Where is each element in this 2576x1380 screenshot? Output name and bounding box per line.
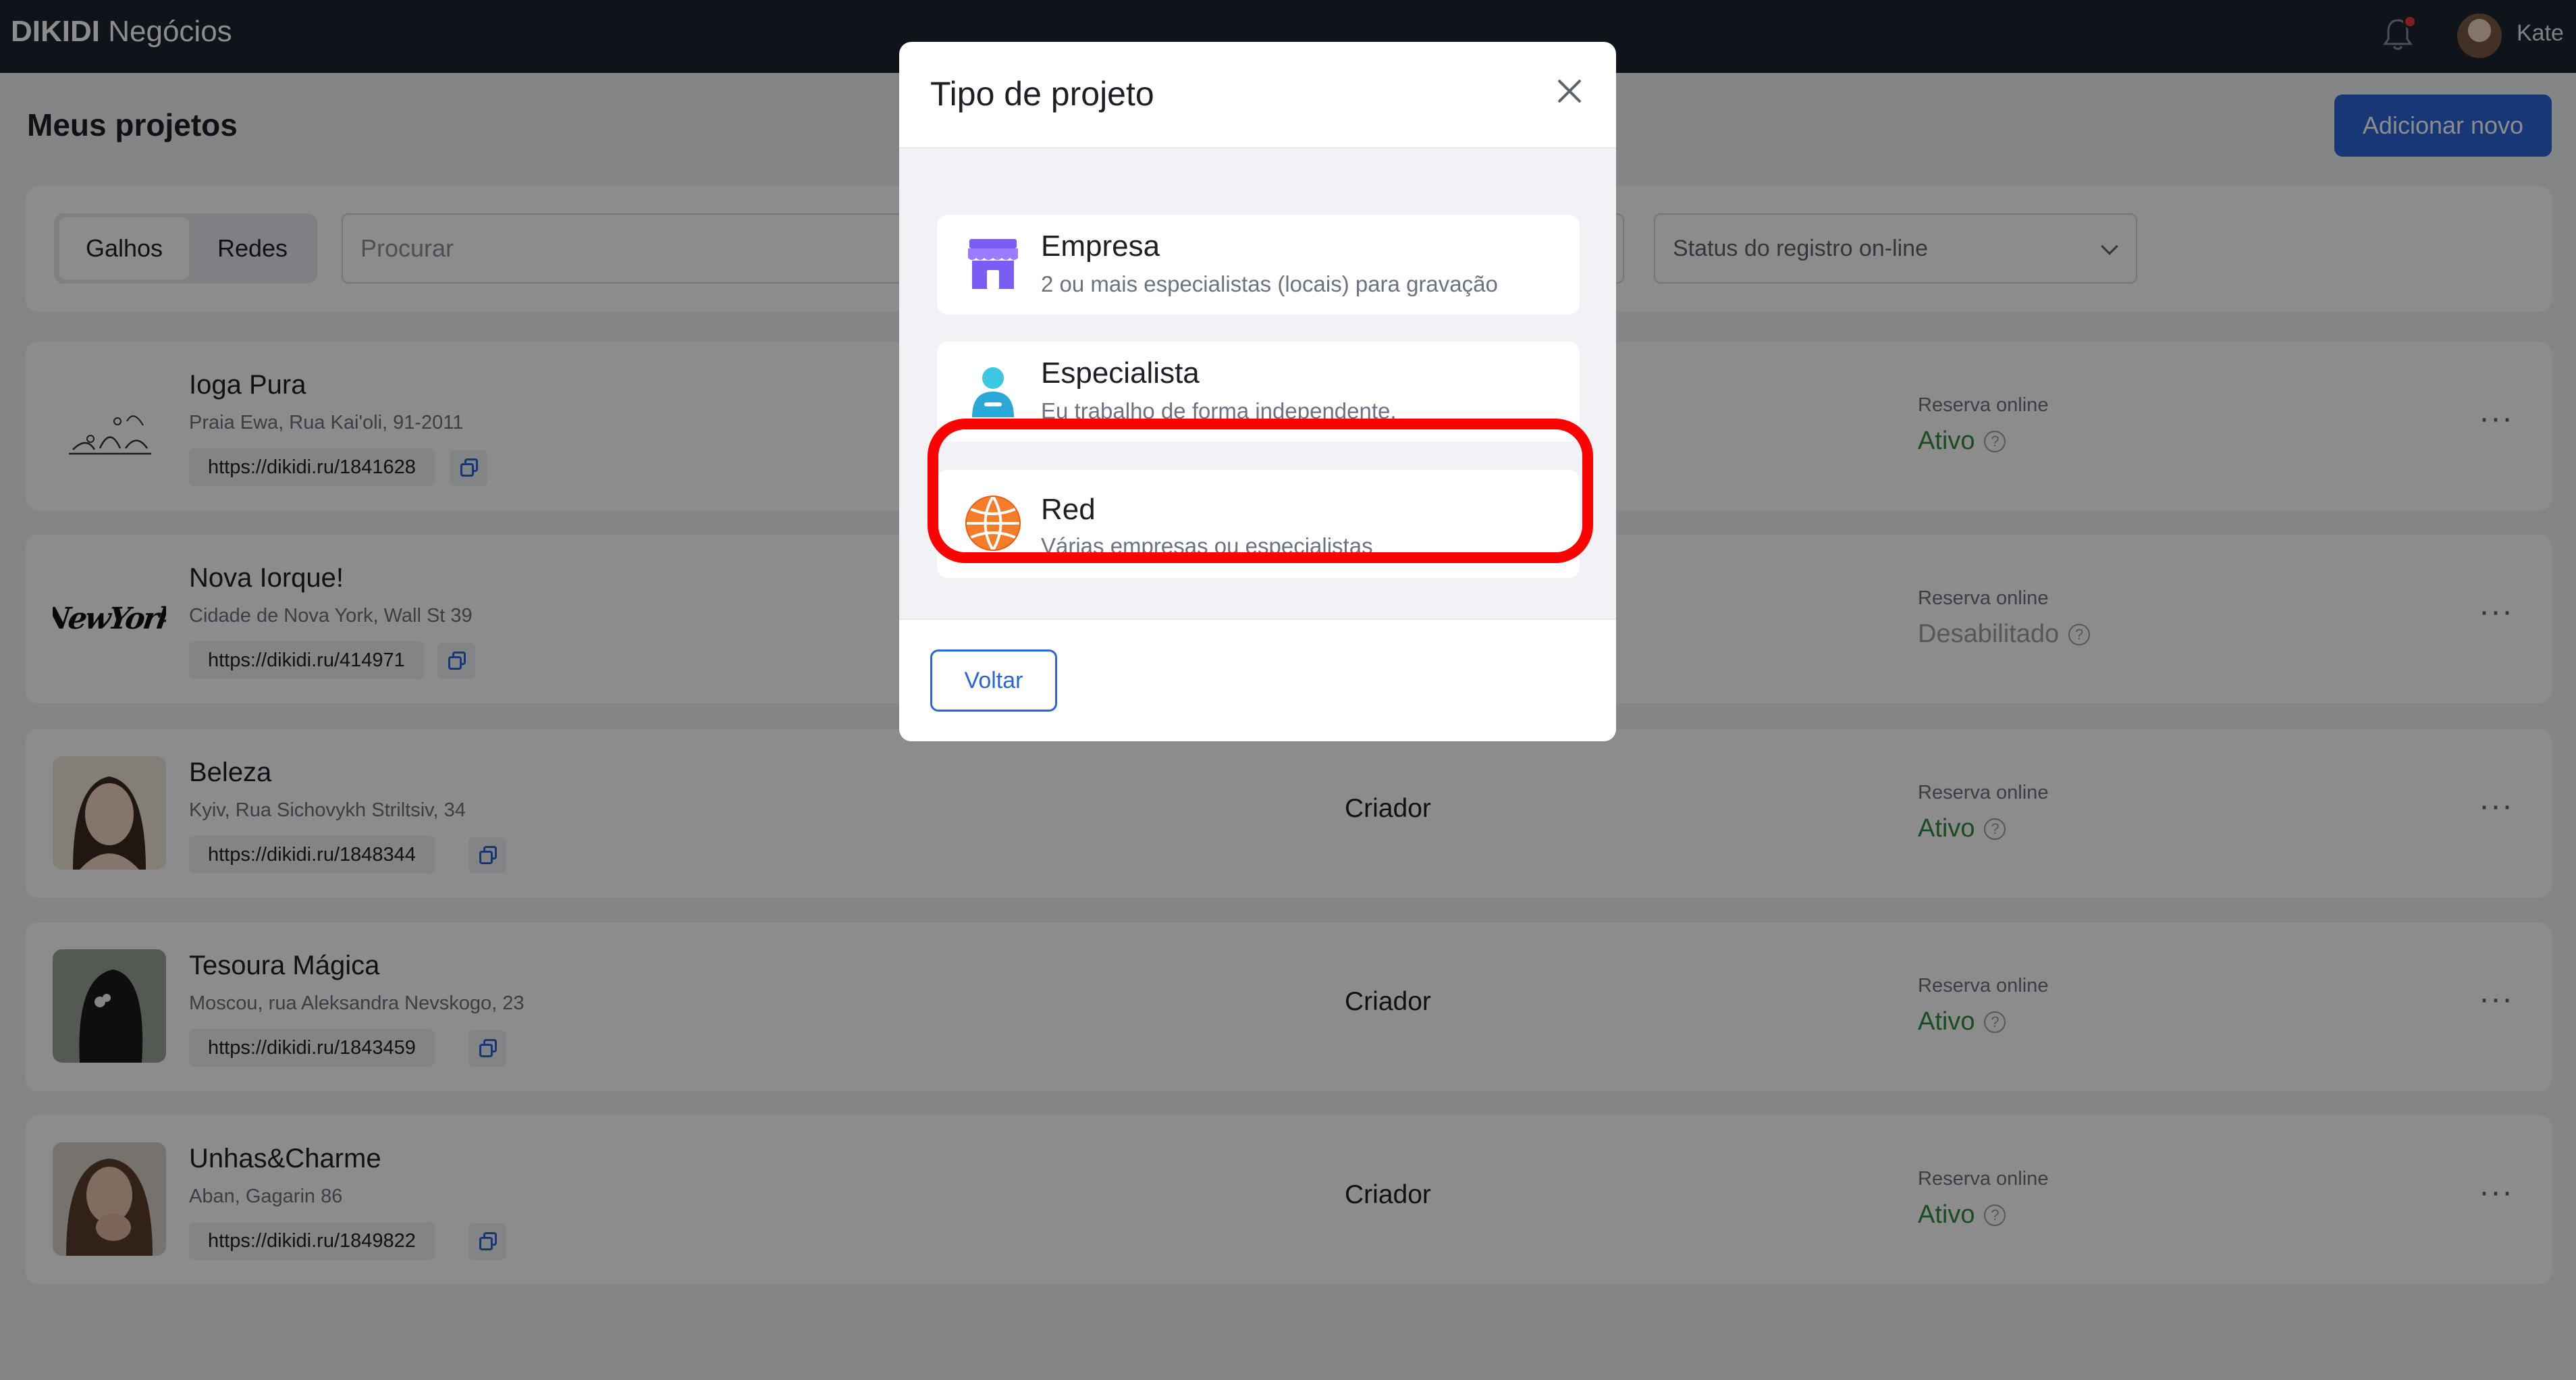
highlight-annotation: [928, 419, 1593, 563]
option-title: Empresa: [1041, 230, 1160, 263]
person-icon: [972, 367, 1014, 417]
modal-footer: Voltar: [899, 618, 1616, 741]
back-button[interactable]: Voltar: [930, 649, 1057, 712]
option-empresa[interactable]: Empresa 2 ou mais especialistas (locais)…: [937, 215, 1580, 315]
option-title: Especialista: [1041, 356, 1200, 390]
store-icon: [968, 239, 1018, 289]
modal-title: Tipo de projeto: [930, 75, 1154, 113]
option-description: 2 ou mais especialistas (locais) para gr…: [1041, 271, 1498, 296]
modal-header: Tipo de projeto: [899, 42, 1616, 149]
close-icon[interactable]: [1551, 73, 1588, 109]
project-type-modal: Tipo de projeto Empresa 2 ou mais especi…: [899, 42, 1616, 741]
